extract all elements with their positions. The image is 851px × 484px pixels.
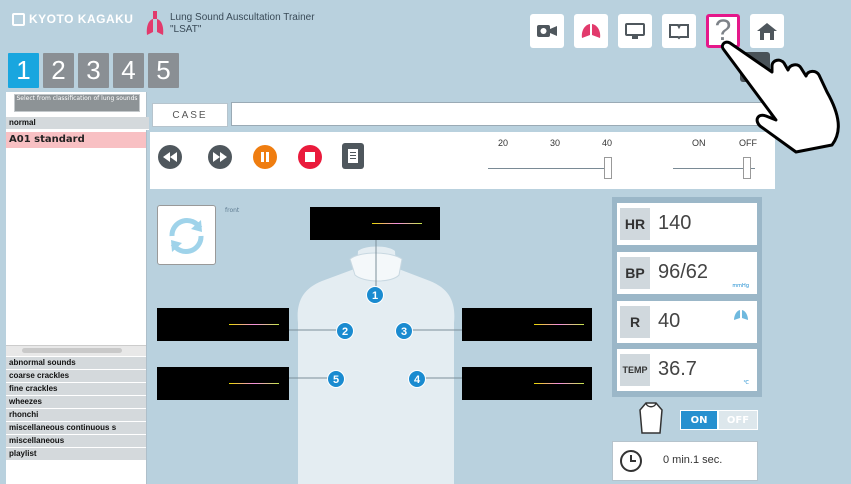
fast-forward-button[interactable] — [208, 145, 232, 169]
lungs-button[interactable] — [574, 14, 608, 48]
sound-monitor-2 — [157, 308, 289, 341]
select-classification-button[interactable]: Select from classification of lung sound… — [14, 94, 140, 112]
waveform — [534, 324, 584, 325]
app-window: KYOTO KAGAKU Lung Sound Auscultation Tra… — [0, 0, 851, 484]
document-button[interactable] — [342, 143, 364, 169]
toggle-on[interactable]: ON — [680, 410, 718, 430]
case-label: CASE — [152, 103, 228, 127]
vital-unit: mmHg — [732, 283, 749, 289]
vital-label: R — [620, 306, 650, 338]
vital-bp: BP 96/62 mmHg — [617, 252, 757, 294]
stop-icon — [305, 152, 315, 162]
category-item[interactable]: fine crackles — [6, 383, 146, 396]
vital-value[interactable]: 40 — [658, 310, 680, 333]
volume-scale-30: 30 — [550, 138, 561, 148]
vital-label: BP — [620, 257, 650, 289]
vital-value[interactable]: 96/62 — [658, 261, 708, 284]
auscultation-point-2[interactable]: 2 — [336, 322, 354, 340]
vital-r: R 40 — [617, 301, 757, 343]
vital-label: TEMP — [620, 354, 650, 386]
sound-monitor-4 — [462, 367, 592, 400]
rewind-icon — [163, 152, 177, 162]
category-item[interactable]: wheezes — [6, 396, 146, 409]
category-item[interactable]: miscellaneous continuous s — [6, 422, 146, 435]
list-item-selected[interactable]: A01 standard — [6, 132, 146, 148]
shirt-toggle[interactable]: ON OFF — [680, 410, 758, 430]
sound-monitor-5 — [157, 367, 289, 400]
horizontal-scrollbar[interactable] — [6, 345, 146, 356]
sound-list-panel: Select from classification of lung sound… — [6, 92, 149, 484]
waveform — [229, 383, 279, 384]
timer-display: 0 min.1 sec. — [612, 441, 758, 481]
category-list: abnormal sounds coarse crackles fine cra… — [6, 357, 146, 461]
case-field[interactable] — [231, 102, 771, 126]
manual-button[interactable] — [662, 14, 696, 48]
pause-button[interactable] — [253, 145, 277, 169]
scrollbar-thumb[interactable] — [22, 348, 122, 353]
toggle-slider-knob[interactable] — [743, 157, 751, 179]
category-item[interactable]: miscellaneous — [6, 435, 146, 448]
playback-controls: 20 30 40 ON OFF — [150, 132, 775, 189]
auscultation-point-4[interactable]: 4 — [408, 370, 426, 388]
waveform — [229, 324, 279, 325]
document-icon — [348, 149, 358, 163]
app-title: Lung Sound Auscultation Trainer "LSAT" — [170, 12, 315, 36]
volume-track[interactable] — [488, 168, 608, 169]
vital-value[interactable]: 36.7 — [658, 358, 697, 381]
lung-logo-icon — [146, 11, 164, 35]
lungs-indicator-icon — [734, 310, 748, 320]
logo-mark — [12, 12, 25, 26]
tab-2[interactable]: 2 — [43, 53, 74, 88]
rewind-button[interactable] — [158, 145, 182, 169]
camera-icon — [537, 25, 557, 37]
auscultation-area: front 1 2 3 4 5 — [150, 193, 603, 484]
scenario-tabs: 1 2 3 4 5 — [8, 53, 179, 88]
app-title-line1: Lung Sound Auscultation Trainer — [170, 12, 315, 23]
elapsed-time: 0 min.1 sec. — [663, 454, 723, 466]
vital-unit: ℃ — [743, 380, 749, 386]
toggle-off[interactable]: OFF — [718, 410, 758, 430]
category-item[interactable]: abnormal sounds — [6, 357, 146, 370]
category-item[interactable]: coarse crackles — [6, 370, 146, 383]
volume-scale-40: 40 — [602, 138, 613, 148]
tab-5[interactable]: 5 — [148, 53, 179, 88]
waveform — [534, 383, 584, 384]
sound-monitor-1 — [310, 207, 440, 240]
brand-logo: KYOTO KAGAKU — [12, 12, 133, 26]
category-item[interactable]: rhonchi — [6, 409, 146, 422]
vital-temp: TEMP 36.7 ℃ — [617, 349, 757, 391]
lungs-icon — [581, 24, 601, 38]
volume-slider-knob[interactable] — [604, 157, 612, 179]
clock-icon — [620, 450, 642, 472]
monitor-button[interactable] — [618, 14, 652, 48]
tab-1[interactable]: 1 — [8, 53, 39, 88]
shirt-icon — [639, 402, 663, 434]
vital-label: HR — [620, 208, 650, 240]
pause-icon — [261, 152, 269, 162]
auscultation-point-1[interactable]: 1 — [366, 286, 384, 304]
stop-button[interactable] — [298, 145, 322, 169]
camera-button[interactable] — [530, 14, 564, 48]
waveform — [372, 223, 422, 224]
toggle-scale-on: ON — [692, 138, 706, 148]
brand-name: KYOTO KAGAKU — [29, 12, 134, 26]
app-title-line2: "LSAT" — [170, 24, 202, 35]
fast-forward-icon — [213, 152, 227, 162]
auscultation-point-3[interactable]: 3 — [395, 322, 413, 340]
sound-monitor-3 — [462, 308, 592, 341]
monitor-icon — [625, 23, 645, 39]
volume-scale-20: 20 — [498, 138, 509, 148]
book-icon — [669, 24, 689, 40]
pointing-hand-icon — [720, 40, 840, 154]
category-item[interactable]: playlist — [6, 448, 146, 461]
header: KYOTO KAGAKU Lung Sound Auscultation Tra… — [0, 0, 784, 95]
vital-hr: HR 140 — [617, 203, 757, 245]
tab-3[interactable]: 3 — [78, 53, 109, 88]
tab-4[interactable]: 4 — [113, 53, 144, 88]
vital-signs-panel: HR 140 BP 96/62 mmHg R 40 TEMP 36.7 ℃ — [612, 197, 762, 397]
auscultation-point-5[interactable]: 5 — [327, 370, 345, 388]
vital-value[interactable]: 140 — [658, 212, 691, 235]
category-normal[interactable]: normal — [6, 117, 149, 130]
